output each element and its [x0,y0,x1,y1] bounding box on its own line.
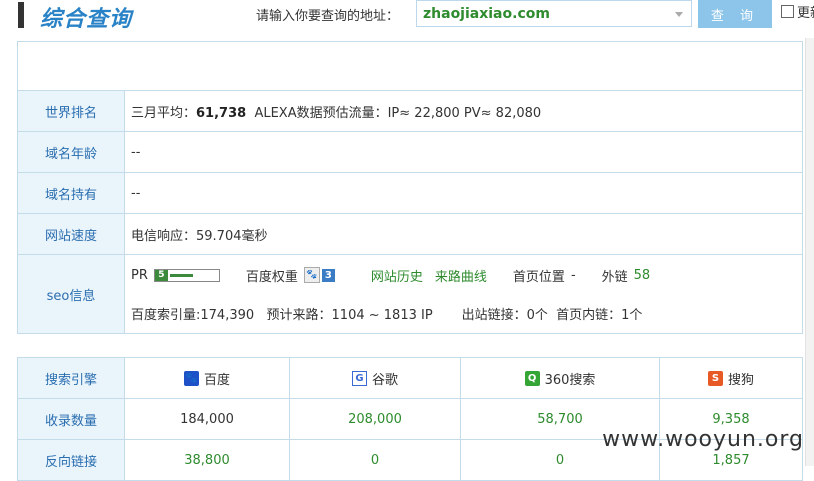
engine-header-label: 搜索引擎 [17,357,125,399]
home-position-value: - [570,267,576,283]
site-speed-value: 电信响应：59.704毫秒 [124,213,803,255]
engine-header-row: 搜索引擎 🐾 百度 G 谷歌 Q 360搜索 S 搜狗 [17,357,803,399]
outlink-label: 外链 [601,269,628,285]
pr-label: PR [131,267,148,283]
baidu-paw-icon: 🐾 [303,267,320,283]
rank-value: 61,738 [196,105,247,121]
domain-age-value: -- [124,131,803,173]
title-accent-bar [18,2,24,28]
engine-sogou[interactable]: S 搜狗 [707,369,754,388]
info-table-blank-row [17,41,803,91]
query-prompt-label: 请输入你要查询的地址： [256,9,400,24]
seo-info-label: seo信息 [17,254,125,334]
pr-rank-fill [169,273,193,277]
site-speed-row: 网站速度 电信响应：59.704毫秒 [17,213,803,255]
top-bar: 综合查询 请输入你要查询的地址： 查 询 更新 [0,0,814,34]
query-input[interactable] [423,4,663,23]
seo-info-row: seo信息 PR 5 百度权重 🐾 3 网站历史 来路曲线 首页位置 - 外链 … [17,254,803,334]
site-speed-label: 网站速度 [17,213,125,255]
world-rank-row: 世界排名 三月平均：61,738 ALEXA数据预估流量：IP≈ 22,800 … [17,90,803,132]
indexed-count-label: 收录数量 [17,398,125,440]
pr-rank-number: 5 [154,269,168,281]
search-360-icon: Q [524,370,540,386]
backlinks-baidu[interactable]: 38,800 [124,439,290,481]
search-button[interactable]: 查 询 [698,0,772,28]
seo-metrics-line: PR 5 百度权重 🐾 3 网站历史 来路曲线 首页位置 - 外链 58 [131,256,802,294]
update-checkbox-label: 更新 [797,6,814,21]
query-field[interactable] [416,0,692,27]
indexed-baidu: 184,000 [124,398,290,440]
domain-age-row: 域名年龄 -- [17,131,803,173]
page-title: 综合查询 [40,7,133,32]
baidu-weight-number: 3 [321,268,335,282]
indexed-google[interactable]: 208,000 [289,398,461,440]
backlinks-label: 反向链接 [17,439,125,481]
domain-holder-label: 域名持有 [17,172,125,214]
world-rank-label: 世界排名 [17,90,125,132]
traffic-curve-link[interactable]: 来路曲线 [435,266,487,285]
domain-holder-value: -- [124,172,803,214]
baidu-weight-label: 百度权重 [245,269,298,285]
search-engine-table: 搜索引擎 🐾 百度 G 谷歌 Q 360搜索 S 搜狗 收录数量 184,000 208… [17,357,803,481]
update-checkbox[interactable] [781,5,794,18]
outlink-value[interactable]: 58 [634,268,651,283]
right-scrollbar[interactable] [805,38,814,466]
engine-google[interactable]: G 谷歌 [351,369,398,388]
alexa-traffic: ALEXA数据预估流量：IP≈ 22,800 PV≈ 82,080 [254,105,542,121]
engine-360[interactable]: Q 360搜索 [524,369,595,388]
engine-baidu[interactable]: 🐾 百度 [183,369,230,388]
pr-rank-bar: 5 [153,268,220,282]
watermark: www.wooyun.org [602,427,804,452]
google-g-icon: G [351,370,367,386]
baidu-paw-icon: 🐾 [183,370,199,386]
rank-prefix: 三月平均： [131,105,197,121]
sogou-s-icon: S [707,370,723,386]
site-history-link[interactable]: 网站历史 [371,266,423,285]
seo-index-line: 百度索引量:174,390 预计来路：1104 ~ 1813 IP 出站链接：0… [131,307,643,323]
domain-holder-row: 域名持有 -- [17,172,803,214]
home-position-label: 首页位置 [512,269,565,285]
domain-age-label: 域名年龄 [17,131,125,173]
baidu-weight-badge: 🐾 3 [303,267,335,283]
site-info-table: 世界排名 三月平均：61,738 ALEXA数据预估流量：IP≈ 22,800 … [17,41,803,334]
backlinks-google[interactable]: 0 [289,439,461,481]
dropdown-arrow-icon[interactable] [675,12,683,17]
